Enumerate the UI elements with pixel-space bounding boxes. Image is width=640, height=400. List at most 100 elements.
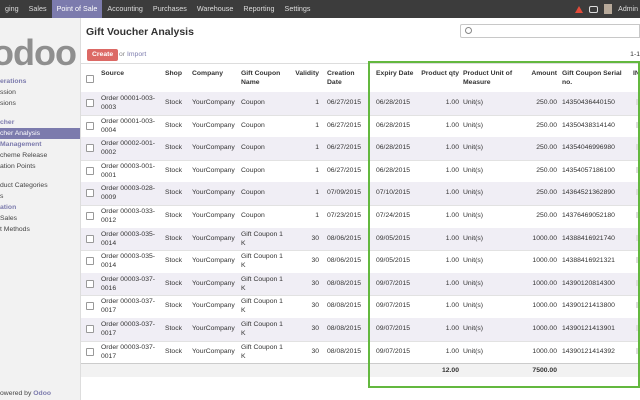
top-menu-2[interactable]: Point of Sale xyxy=(51,0,103,18)
table-cell: Order 00001-003-0003 xyxy=(101,95,156,111)
powered-by-text: owered by xyxy=(0,390,34,397)
sidebar-item[interactable]: duct Categories xyxy=(0,180,80,191)
user-menu[interactable]: Admin xyxy=(618,6,638,13)
row-checkbox[interactable] xyxy=(86,99,94,107)
table-cell: YourCompany xyxy=(192,347,235,355)
table-cell: 08/06/2015 xyxy=(327,234,362,242)
table-cell: 1 xyxy=(315,144,319,152)
table-cell: YourCompany xyxy=(192,325,235,332)
column-header[interactable]: Source xyxy=(101,69,159,78)
row-checkbox[interactable] xyxy=(86,189,94,198)
row-checkbox[interactable] xyxy=(86,347,94,356)
table-cell: 08/08/2015 xyxy=(327,347,362,355)
row-checkbox[interactable] xyxy=(86,144,94,153)
row-checkbox[interactable] xyxy=(86,325,94,333)
alert-icon[interactable] xyxy=(575,5,584,13)
row-checkbox[interactable] xyxy=(86,212,94,220)
or-text: or xyxy=(119,51,126,58)
table-cell: YourCompany xyxy=(192,302,235,310)
top-menu-3[interactable]: Accounting xyxy=(102,0,148,18)
top-menu-1[interactable]: Sales xyxy=(24,0,52,18)
table-cell: 06/27/2015 xyxy=(327,121,362,129)
table-cell: 06/27/2015 xyxy=(327,144,362,152)
sidebar-item[interactable]: cher Analysis xyxy=(0,128,80,139)
top-menu-5[interactable]: Warehouse xyxy=(192,0,239,18)
top-menu: ging Sales Point of Sale Accounting Purchase… xyxy=(0,0,316,18)
odoo-logo[interactable]: odoo xyxy=(0,32,77,74)
table-cell: Order 00003-037-0017 xyxy=(101,343,156,360)
row-checkbox[interactable] xyxy=(86,279,94,288)
sidebar-item[interactable]: sions xyxy=(0,98,80,109)
table-cell: Order 00003-033-0012 xyxy=(101,208,156,224)
row-checkbox[interactable] xyxy=(86,121,94,130)
sidebar-menu: erations ssion sions cher cher Analysis Manag… xyxy=(0,76,80,235)
sidebar-item[interactable]: s xyxy=(0,191,80,202)
search-icon xyxy=(465,27,472,34)
table-cell: Order 00003-037-0017 xyxy=(101,321,156,337)
sidebar-section: Management xyxy=(0,141,42,148)
pager[interactable]: 1-1 xyxy=(630,51,640,58)
top-right-area: Admin xyxy=(575,0,640,18)
import-button[interactable]: Import xyxy=(127,51,146,58)
table-cell: YourCompany xyxy=(192,166,235,174)
sidebar-item[interactable]: ation Points xyxy=(0,161,80,172)
highlight-box xyxy=(368,61,640,388)
page-title: Gift Voucher Analysis xyxy=(86,26,194,38)
table-cell: Order 00003-035-0014 xyxy=(101,253,156,270)
row-checkbox[interactable] xyxy=(86,166,94,175)
column-header[interactable]: Shop xyxy=(165,69,189,78)
row-checkbox[interactable] xyxy=(86,257,94,266)
sidebar-item[interactable]: ssion xyxy=(0,87,80,98)
column-header[interactable]: Creation Date xyxy=(327,69,367,87)
table-cell: YourCompany xyxy=(192,257,235,265)
table-cell: 07/09/2015 xyxy=(327,189,362,197)
table-cell: Stock xyxy=(165,166,182,174)
table-cell: Coupon xyxy=(241,144,265,152)
table-cell: Gift Coupon 1 K xyxy=(241,298,283,315)
table-cell: Order 00003-001-0001 xyxy=(101,162,156,179)
odoo-link[interactable]: Odoo xyxy=(33,390,51,397)
sidebar-section: cher xyxy=(0,119,15,126)
table-cell: Coupon xyxy=(241,212,265,219)
main-content: Gift Voucher Analysis Create or Import 1… xyxy=(81,18,640,400)
table-cell: Coupon xyxy=(241,189,265,197)
top-menu-0[interactable]: ging xyxy=(0,0,24,18)
avatar[interactable] xyxy=(604,4,613,14)
create-button[interactable]: Create xyxy=(87,49,119,61)
search-input[interactable] xyxy=(460,24,640,38)
table-cell: 06/27/2015 xyxy=(327,99,362,106)
sidebar-item[interactable]: Sales xyxy=(0,213,80,224)
top-menu-7[interactable]: Settings xyxy=(280,0,316,18)
column-header[interactable]: Company xyxy=(192,69,238,78)
table-cell: YourCompany xyxy=(192,279,235,287)
table-cell: Stock xyxy=(165,121,182,129)
sidebar-item[interactable]: t Methods xyxy=(0,224,80,235)
table-cell: 30 xyxy=(311,279,319,287)
row-checkbox[interactable] xyxy=(86,302,94,311)
table-cell: Order 00002-001-0002 xyxy=(101,140,156,157)
table-cell: 1 xyxy=(315,166,319,174)
column-header[interactable]: Gift Coupon Name xyxy=(241,69,287,87)
table-cell: Gift Coupon 1 K xyxy=(241,230,283,247)
table-cell: Stock xyxy=(165,234,182,242)
table-cell: 30 xyxy=(311,302,319,310)
table-cell: Gift Coupon 1 K xyxy=(241,253,283,270)
table-cell: 08/06/2015 xyxy=(327,257,362,265)
table-cell: Coupon xyxy=(241,99,265,106)
table-cell: Gift Coupon 1 K xyxy=(241,275,283,292)
sidebar-item[interactable]: cheme Release xyxy=(0,150,80,161)
table-cell: Order 00001-003-0004 xyxy=(101,117,156,134)
table-cell: Stock xyxy=(165,347,182,355)
column-header[interactable]: Validity xyxy=(291,69,319,78)
row-checkbox[interactable] xyxy=(86,234,94,243)
table-cell: 1 xyxy=(315,121,319,129)
table-cell: 1 xyxy=(315,99,319,106)
top-menu-4[interactable]: Purchases xyxy=(148,0,192,18)
chat-icon[interactable] xyxy=(589,5,599,13)
top-navbar: ging Sales Point of Sale Accounting Purchase… xyxy=(0,0,640,18)
top-menu-6[interactable]: Reporting xyxy=(238,0,279,18)
select-all-checkbox[interactable] xyxy=(86,75,94,83)
table-cell: Stock xyxy=(165,279,182,287)
table-cell: YourCompany xyxy=(192,212,235,219)
